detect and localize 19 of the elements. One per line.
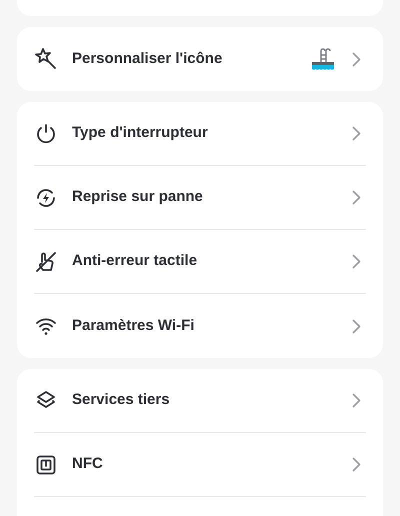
menu-item-label[interactable]: Paramètres Wi-Fi xyxy=(72,314,352,338)
chevron-right-icon xyxy=(352,254,361,269)
chevron-right-icon xyxy=(352,52,361,66)
menu-item-label[interactable]: Reprise sur panne xyxy=(72,186,352,209)
menu-item-label[interactable]: Personnaliser l'icône xyxy=(72,48,311,70)
magic-wand-star-icon xyxy=(34,47,58,71)
menu-item-label[interactable]: Type d'interrupteur xyxy=(72,122,352,145)
chevron-right-icon xyxy=(352,457,361,472)
chevron-right-icon xyxy=(352,393,361,408)
menu-item-label[interactable]: Services tiers xyxy=(72,389,352,412)
chevron-right-icon xyxy=(352,126,361,141)
nfc-icon xyxy=(34,452,58,476)
menu-item-label[interactable]: Anti-erreur tactile xyxy=(72,250,352,273)
hand-crossed-icon xyxy=(34,250,58,274)
chevron-right-icon xyxy=(352,190,361,205)
menu-item-label[interactable]: NFC xyxy=(72,453,352,476)
pool-ladder-icon xyxy=(311,47,335,71)
power-icon xyxy=(34,122,58,146)
chevron-right-icon xyxy=(352,318,361,334)
